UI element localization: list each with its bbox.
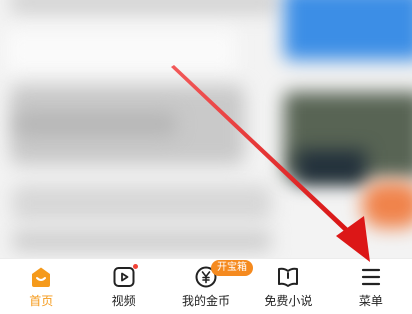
blurred-feed-content [0, 0, 412, 258]
blurred-text-line [6, 30, 236, 72]
menu-icon [358, 264, 384, 290]
blurred-thumbnail [296, 150, 366, 184]
coin-icon: 开宝箱 [193, 260, 254, 290]
blurred-text-line [12, 230, 272, 252]
tab-label-video: 视频 [111, 294, 136, 308]
home-icon [28, 264, 54, 290]
blurred-thumbnail [362, 182, 412, 228]
bottom-tab-bar: 首页 视频 开宝箱 我的金币 免费小说 菜单 [0, 258, 412, 314]
notification-dot [132, 264, 138, 269]
blurred-thumbnail [284, 0, 412, 60]
tab-my-coins[interactable]: 开宝箱 我的金币 [165, 259, 254, 314]
video-play-icon [111, 264, 138, 290]
tab-video[interactable]: 视频 [82, 259, 164, 314]
tab-label-home: 首页 [29, 294, 54, 308]
tab-menu[interactable]: 菜单 [330, 259, 412, 314]
tab-label-free-novels: 免费小说 [264, 294, 313, 308]
tab-label-my-coins: 我的金币 [182, 294, 231, 308]
book-icon [275, 264, 301, 290]
tab-free-novels[interactable]: 免费小说 [247, 259, 329, 314]
blurred-text-line [10, 0, 280, 14]
tab-home[interactable]: 首页 [0, 259, 82, 314]
tab-label-menu: 菜单 [358, 294, 383, 308]
blurred-text-line [16, 112, 176, 136]
blurred-text-block [12, 185, 272, 221]
